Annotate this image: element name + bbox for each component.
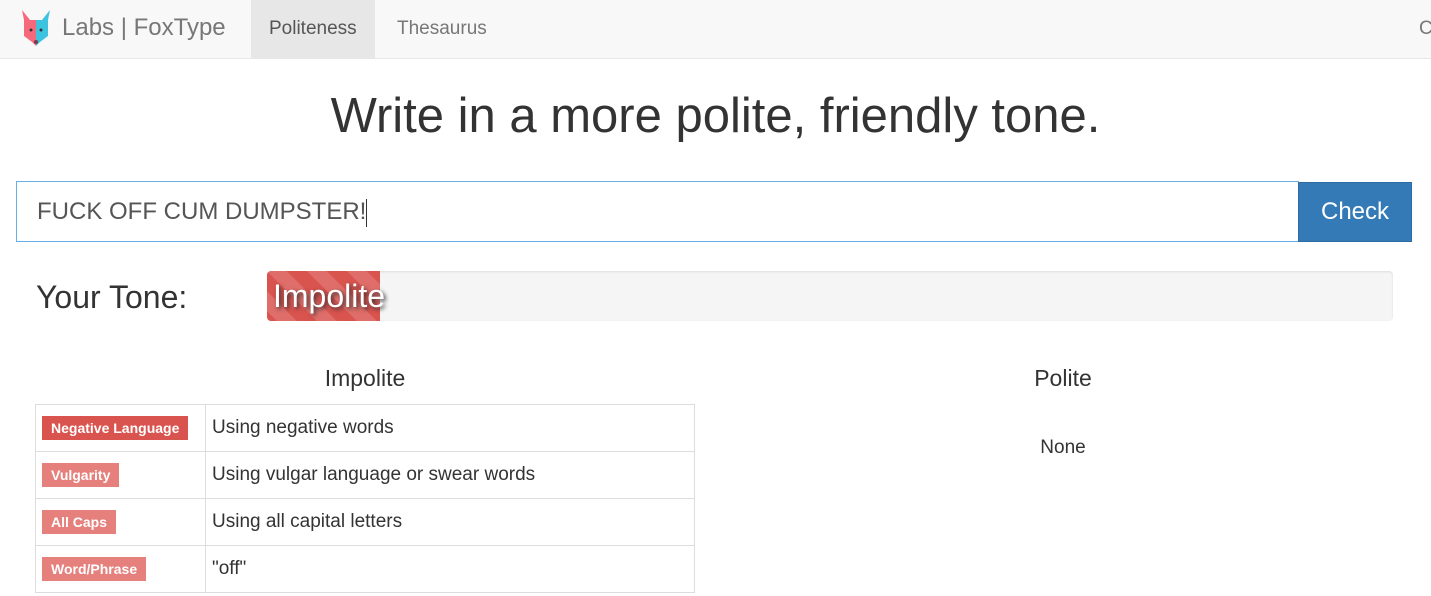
description-cell: Using vulgar language or swear words <box>205 451 695 499</box>
input-value: FUCK OFF CUM DUMPSTER! <box>37 198 367 225</box>
description-cell: Using all capital letters <box>205 498 695 546</box>
nav-item-cut[interactable]: C <box>1419 0 1431 58</box>
label-cell: Word/Phrase <box>35 545 206 593</box>
brand-text: Labs | FoxType <box>62 14 226 41</box>
table-row: Vulgarity Using vulgar language or swear … <box>35 451 695 499</box>
text-input[interactable]: FUCK OFF CUM DUMPSTER! <box>16 181 1299 242</box>
description-cell: "off" <box>205 545 695 593</box>
polite-none: None <box>1040 437 1086 458</box>
category-badge: All Caps <box>42 510 117 534</box>
tab-thesaurus[interactable]: Thesaurus <box>379 0 505 58</box>
check-button[interactable]: Check <box>1298 182 1412 242</box>
tone-progress-fill: Impolite <box>267 271 385 321</box>
label-cell: Negative Language <box>35 404 206 452</box>
impolite-table: Negative Language Using negative words Vul… <box>35 404 695 593</box>
page-title: Write in a more polite, friendly tone. <box>330 89 1101 143</box>
table-row: Negative Language Using negative words <box>35 404 695 452</box>
tab-politeness[interactable]: Politeness <box>251 0 375 58</box>
tone-progress-bar: Impolite <box>267 271 1393 321</box>
description-cell: Using negative words <box>205 404 695 452</box>
polite-heading: Polite <box>1034 365 1092 391</box>
brand-link[interactable]: Labs | FoxType <box>22 10 226 46</box>
category-badge: Vulgarity <box>42 463 120 487</box>
category-badge: Word/Phrase <box>42 557 147 581</box>
label-cell: All Caps <box>35 498 206 546</box>
table-row: Word/Phrase "off" <box>35 545 695 593</box>
table-row: All Caps Using all capital letters <box>35 498 695 546</box>
label-cell: Vulgarity <box>35 451 206 499</box>
text-caret <box>366 198 368 227</box>
tone-label: Your Tone: <box>36 279 188 315</box>
category-badge: Negative Language <box>42 416 189 440</box>
impolite-heading: Impolite <box>324 365 406 391</box>
fox-logo-icon <box>22 10 50 46</box>
navbar: Labs | FoxType Politeness Thesaurus C <box>0 0 1431 59</box>
